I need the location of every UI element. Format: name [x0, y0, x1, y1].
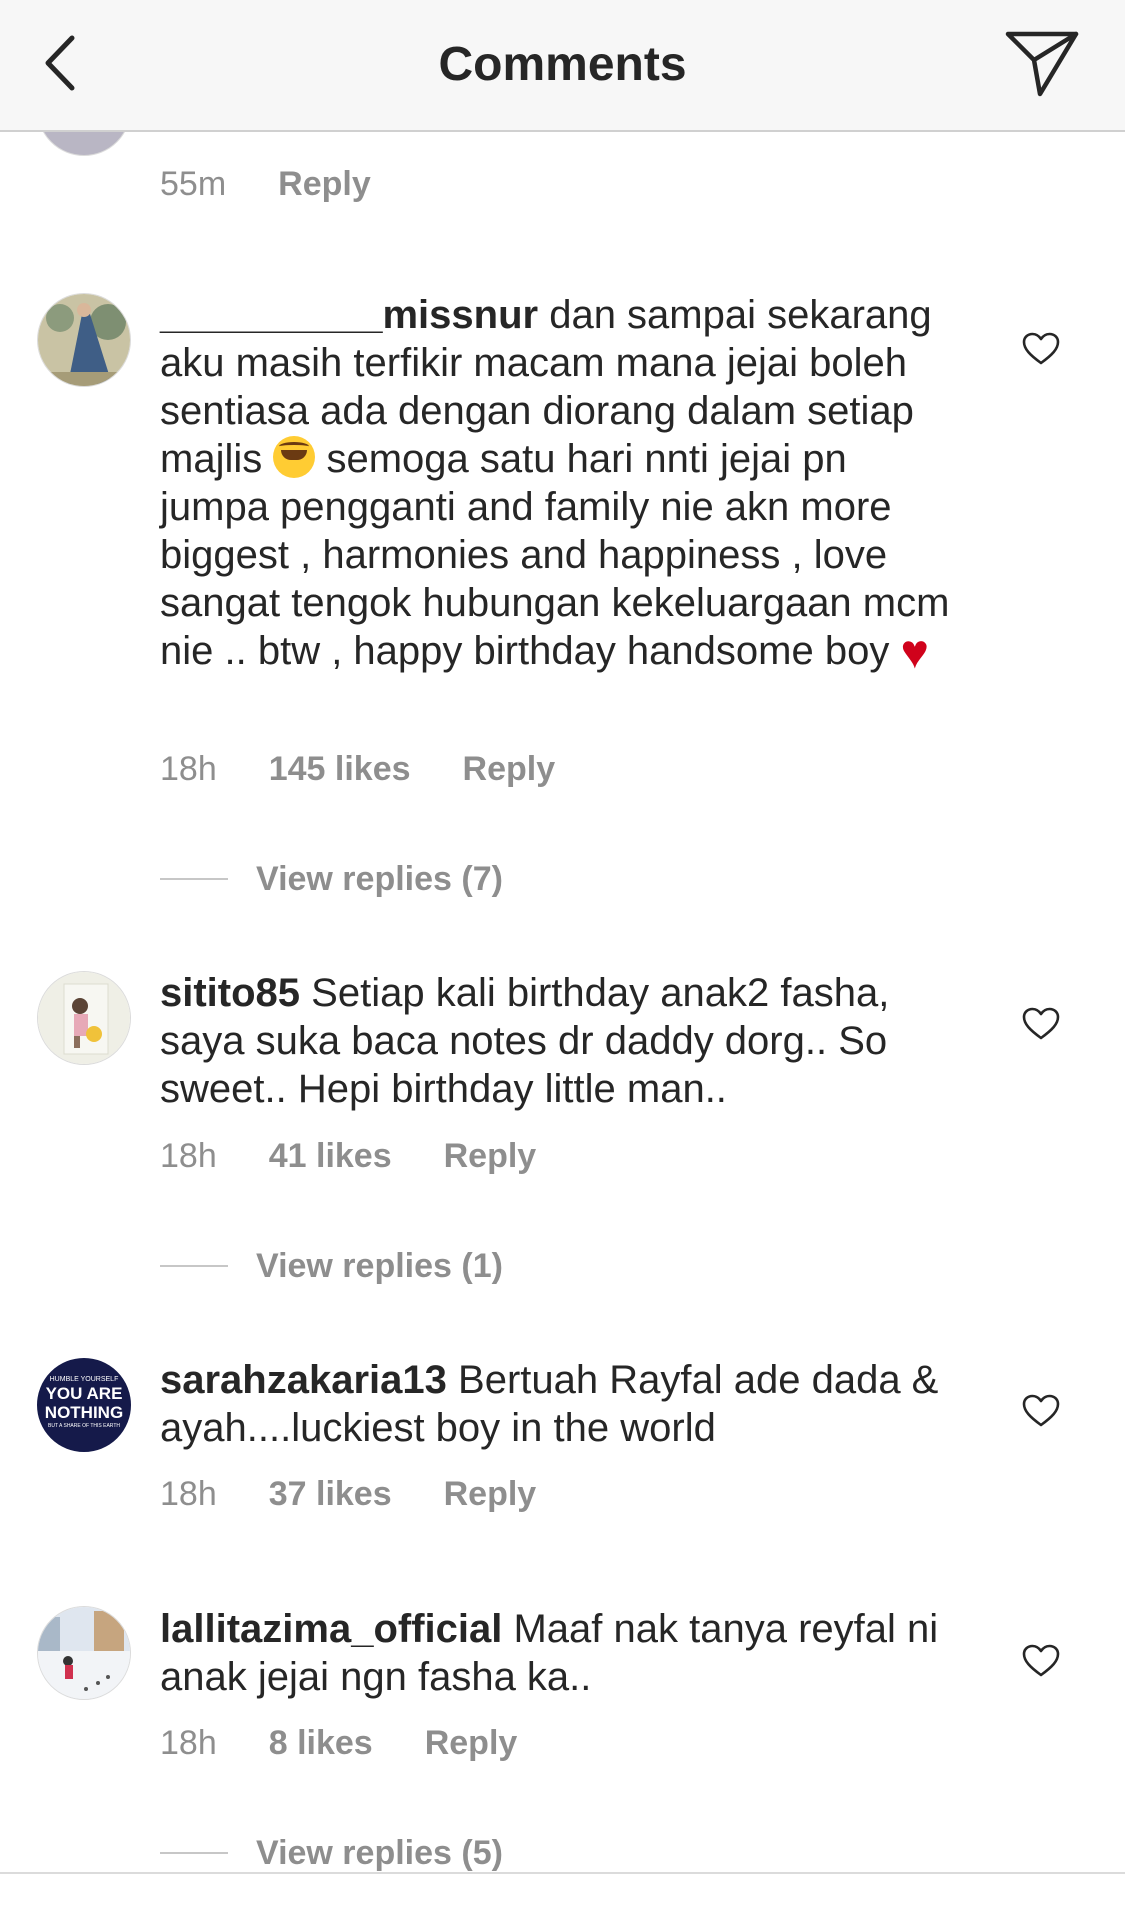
reply-button[interactable]: Reply: [444, 1474, 537, 1514]
bottom-divider: [0, 1872, 1125, 1874]
comment-time: 18h: [160, 1475, 217, 1513]
likes-count[interactable]: 8 likes: [269, 1723, 373, 1763]
face-with-tears-of-joy-emoji: [273, 436, 316, 478]
avatar[interactable]: HUMBLE YOURSELF YOU ARE NOTHING BUT A SH…: [37, 1358, 131, 1452]
avatar[interactable]: [37, 1606, 131, 1700]
likes-count[interactable]: 37 likes: [269, 1474, 392, 1514]
divider-line: [160, 1852, 228, 1854]
avatar-photo: [38, 294, 130, 386]
comment-username[interactable]: __________missnur: [160, 293, 538, 337]
avatar-photo: [38, 1607, 130, 1699]
reply-button[interactable]: Reply: [463, 749, 556, 789]
comment-time: 18h: [160, 1724, 217, 1762]
comment-text: __________missnur dan sampai sekarang ak…: [160, 291, 960, 677]
likes-count[interactable]: 145 likes: [269, 749, 411, 789]
avatar-photo: [38, 972, 130, 1064]
divider-line: [160, 878, 228, 880]
avatar[interactable]: [37, 132, 131, 156]
heart-outline-icon[interactable]: [1022, 1644, 1060, 1678]
comment-username[interactable]: sarahzakaria13: [160, 1358, 447, 1402]
comments-list[interactable]: 55m Reply __________missnur dan sampai se…: [0, 132, 1125, 1872]
comment-meta: 18h 37 likes Reply: [160, 1474, 536, 1514]
comment-time: 55m: [160, 165, 227, 203]
comment-meta: 55m Reply: [160, 164, 371, 204]
avatar-poster: HUMBLE YOURSELF YOU ARE NOTHING BUT A SH…: [44, 1376, 124, 1429]
comment-username[interactable]: lallitazima_official: [160, 1607, 502, 1651]
view-replies-label: View replies (5): [256, 1834, 503, 1872]
send-icon: [1005, 31, 1079, 97]
header-bar: Comments: [0, 0, 1125, 132]
comment-body: semoga satu hari nnti jejai pn jumpa pen…: [160, 437, 950, 673]
likes-count[interactable]: 41 likes: [269, 1136, 392, 1176]
comment-text: sititо85 Setiap kali birthday anak2 fash…: [160, 969, 960, 1113]
heart-outline-icon[interactable]: [1022, 332, 1060, 366]
avatar[interactable]: [37, 971, 131, 1065]
comment-time: 18h: [160, 1137, 217, 1175]
heart-outline-icon[interactable]: [1022, 1007, 1060, 1041]
view-replies-label: View replies (1): [256, 1247, 503, 1285]
comment-time: 18h: [160, 750, 217, 788]
avatar[interactable]: [37, 293, 131, 387]
comment-meta: 18h 8 likes Reply: [160, 1723, 517, 1763]
share-button[interactable]: [1004, 30, 1080, 98]
divider-line: [160, 1265, 228, 1267]
reply-button[interactable]: Reply: [444, 1136, 537, 1176]
reply-button[interactable]: Reply: [425, 1723, 518, 1763]
heart-outline-icon[interactable]: [1022, 1394, 1060, 1428]
comment-username[interactable]: sititо85: [160, 971, 300, 1015]
comment-meta: 18h 145 likes Reply: [160, 749, 555, 789]
reply-button[interactable]: Reply: [278, 164, 371, 204]
comment-text: lallitazima_official Maaf nak tanya reyf…: [160, 1605, 960, 1701]
comment-text: sarahzakaria13 Bertuah Rayfal ade dada &…: [160, 1356, 960, 1452]
view-replies-label: View replies (7): [256, 860, 503, 898]
red-heart-emoji: ♥: [900, 626, 929, 679]
page-title: Comments: [438, 38, 687, 91]
comment-meta: 18h 41 likes Reply: [160, 1136, 536, 1176]
